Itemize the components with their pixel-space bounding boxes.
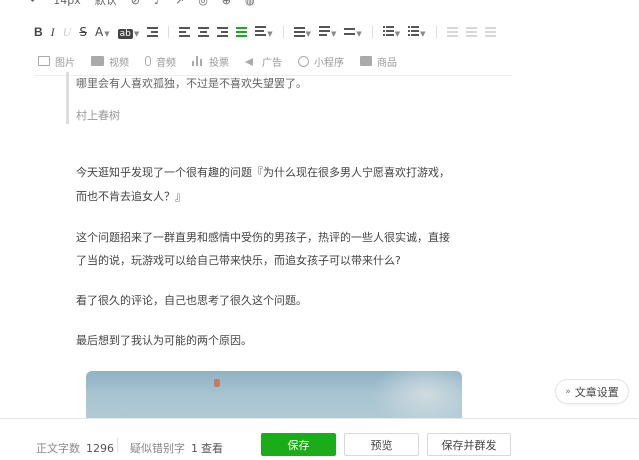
insert-image-button[interactable]: 图片 [38, 54, 75, 69]
font-color-button[interactable]: A▼ [95, 25, 110, 39]
insert-audio-button[interactable]: 音频 [145, 54, 176, 69]
article-settings-button[interactable]: » 文章设置 [555, 379, 629, 404]
megaphone-icon [245, 56, 257, 66]
view-typos-link[interactable]: 查看 [201, 440, 223, 456]
word-count: 正文字数 1296 [36, 440, 114, 456]
video-icon [91, 56, 104, 66]
bar-chart-icon [192, 56, 204, 66]
typo-value: 1 [191, 442, 198, 455]
font-family-select[interactable]: 默认 [95, 0, 117, 8]
quote-text[interactable]: 哪里会有人喜欢孤独，不过是不喜欢失望罢了。 [76, 75, 307, 91]
toolbar-divider [371, 26, 373, 38]
paragraph[interactable]: 而也不肯去追女人？』 [76, 184, 186, 210]
caret-down-icon: ▼ [104, 30, 110, 38]
bg-color-label: ab [117, 28, 133, 39]
insert-vote-button[interactable]: 投票 [192, 54, 229, 69]
insert-image-label: 图片 [55, 57, 75, 69]
float-right-icon [484, 27, 496, 37]
strikethrough-button[interactable]: S [79, 25, 87, 39]
insert-video-label: 视频 [109, 57, 129, 69]
paragraph[interactable]: 最后想到了我认为可能的两个原因。 [76, 328, 252, 354]
word-count-value: 1296 [86, 442, 114, 455]
typo-count: 疑似错别字 1 [130, 440, 198, 456]
line-height-button[interactable]: ▼ [293, 25, 311, 39]
blockquote-bar [66, 72, 69, 124]
numbered-list-icon [408, 26, 420, 36]
toolbar-divider [282, 26, 284, 38]
insert-miniprogram-button[interactable]: 小程序 [298, 54, 344, 69]
line-height-icon [293, 26, 305, 37]
insert-ad-label: 广告 [262, 57, 282, 69]
align-center-icon[interactable] [198, 27, 210, 37]
paragraph[interactable]: 今天逛知乎发现了一个很有趣的问题『为什么现在很多男人宁愿喜欢打游戏， [76, 160, 450, 186]
insert-product-label: 商品 [377, 57, 397, 69]
caret-down-icon: ▼ [330, 30, 337, 38]
float-center-icon [465, 27, 477, 37]
insert-icon[interactable]: ⊕ [222, 0, 231, 7]
music-icon[interactable]: ♪ [154, 0, 161, 7]
align-left-icon[interactable] [179, 27, 191, 37]
caret-down-icon: ▼ [394, 30, 401, 38]
float-left-icon [446, 27, 458, 37]
undo-icon[interactable]: ↶ [30, 0, 39, 7]
bulleted-list-button[interactable]: ▼ [382, 25, 401, 39]
font-color-label: A [94, 25, 104, 39]
insert-audio-label: 音频 [156, 57, 176, 69]
format-toolbar: B I U S A▼ ab ▼ ▼ ▼ ▼ ▼ ▼ ▼ [34, 22, 509, 42]
image-kite [214, 379, 220, 387]
preview-button[interactable]: 预览 [344, 433, 419, 456]
double-chevron-icon: » [565, 386, 571, 397]
toolbar-divider [435, 26, 437, 38]
align-more-button[interactable]: ▼ [255, 25, 273, 39]
quote-author[interactable]: 村上春树 [76, 107, 120, 123]
microphone-icon [145, 56, 151, 66]
bold-button[interactable]: B [34, 25, 43, 39]
insert-ad-button[interactable]: 广告 [245, 54, 282, 69]
caret-down-icon: ▼ [356, 30, 362, 38]
font-size-select[interactable]: 14px [53, 0, 81, 7]
italic-button[interactable]: I [51, 25, 55, 40]
typo-label: 疑似错别字 [130, 442, 185, 455]
caret-down-icon: ▼ [305, 30, 311, 38]
insert-toolbar: 图片 视频 音频 投票 广告 小程序 商品 [38, 52, 397, 70]
numbered-list-button[interactable]: ▼ [408, 25, 426, 39]
paragraph-spacing-icon [318, 26, 330, 36]
align-justify-icon[interactable] [236, 27, 248, 37]
insert-video-button[interactable]: 视频 [91, 54, 129, 69]
underline-icon: U [62, 24, 72, 39]
word-count-label: 正文字数 [36, 442, 80, 455]
location-icon[interactable]: ◍ [245, 0, 255, 7]
top-toolbar: ↶ 14px 默认 ⊘ ♪ ↗ ◎ ⊕ ◍ [30, 0, 255, 8]
indent-icon[interactable] [147, 27, 159, 37]
stat-divider [117, 438, 118, 452]
save-and-publish-button[interactable]: 保存并群发 [427, 433, 511, 456]
paragraph-spacing-button[interactable]: ▼ [318, 25, 337, 39]
miniprogram-icon [298, 55, 309, 67]
caret-down-icon: ▼ [133, 29, 140, 38]
paragraph[interactable]: 了当的说，玩游戏可以给自己带来快乐，而追女孩子可以带来什么? [76, 248, 401, 274]
emoji-icon[interactable]: ◎ [198, 0, 208, 7]
format-clear-icon[interactable]: ⊘ [131, 0, 140, 7]
insert-vote-label: 投票 [209, 57, 229, 69]
caret-down-icon: ▼ [267, 30, 273, 38]
letter-spacing-button[interactable]: ▼ [344, 25, 362, 39]
letter-spacing-icon [344, 26, 356, 36]
image-icon [38, 56, 50, 66]
paragraph[interactable]: 看了很久的评论，自己也思考了很久这个问题。 [76, 288, 307, 314]
shopping-bag-icon [360, 56, 372, 66]
link-icon[interactable]: ↗ [175, 0, 184, 7]
insert-product-button[interactable]: 商品 [360, 54, 397, 69]
toolbar-divider [168, 26, 170, 38]
insert-miniprogram-label: 小程序 [314, 57, 344, 69]
align-more-icon [255, 26, 267, 36]
align-right-icon[interactable] [217, 27, 229, 37]
caret-down-icon: ▼ [420, 30, 426, 38]
bulleted-list-icon [382, 26, 394, 36]
save-button[interactable]: 保存 [261, 433, 336, 456]
bg-color-button[interactable]: ab ▼ [117, 25, 140, 40]
article-settings-label: 文章设置 [574, 385, 619, 399]
